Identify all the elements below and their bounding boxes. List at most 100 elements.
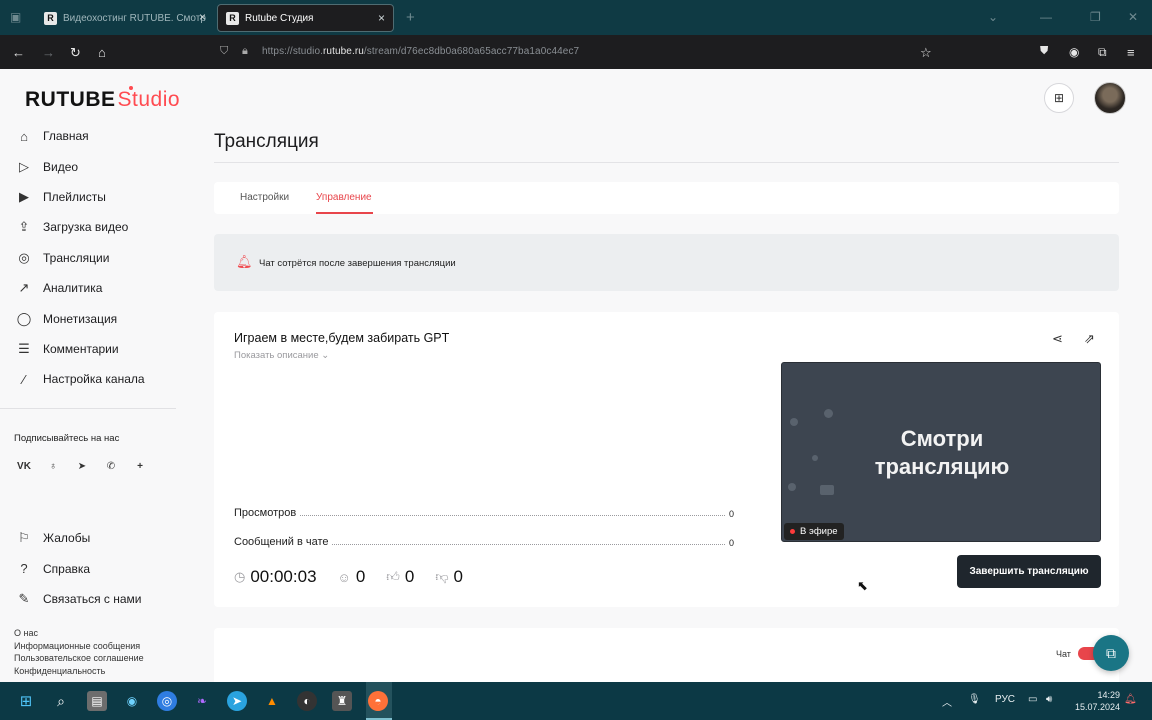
extensions-icon[interactable]: ⧉	[1098, 45, 1107, 60]
sidebar-item-playlists[interactable]: ▶ Плейлисты	[0, 182, 180, 212]
system-clock[interactable]: 14:29 15.07.2024	[1072, 689, 1120, 713]
browser-tab-studio[interactable]: R Rutube Студия ×	[217, 4, 394, 32]
browser-app-icon[interactable]: ◎	[157, 691, 177, 711]
sidebar-item-label: Аналитика	[43, 281, 103, 296]
file-explorer-icon[interactable]: ▤	[87, 691, 107, 711]
notice-text: Чат сотрётся после завершения трансляции	[259, 258, 456, 269]
contact-icon: ✎	[18, 590, 30, 606]
chat-card	[214, 628, 1119, 682]
back-icon[interactable]: ←	[12, 45, 25, 60]
shield-icon[interactable]: ⛉	[220, 45, 228, 58]
maximize-icon[interactable]: ❐	[1090, 10, 1101, 24]
tab-settings[interactable]: Настройки	[240, 192, 289, 203]
logo-dot-icon	[129, 86, 133, 90]
bell-icon: 🔔︎	[236, 254, 253, 269]
tab-overview-icon[interactable]: ▣	[10, 10, 21, 24]
sidebar-bottom-nav: ⚐ Жалобы ? Справка ✎ Связаться с нами	[0, 523, 180, 614]
plus-square-icon: ⊞	[1053, 91, 1065, 105]
lock-icon[interactable]: 🔒︎	[242, 45, 248, 58]
tray-expand-icon[interactable]: ︿	[942, 694, 952, 709]
footer-link-info[interactable]: Информационные сообщения	[14, 640, 144, 653]
bookmark-star-icon[interactable]: ☆	[920, 45, 932, 61]
browser-tab-rutube[interactable]: R Видеохостинг RUTUBE. Смотр ×	[36, 4, 214, 32]
sidebar-item-contact[interactable]: ✎ Связаться с нами	[0, 584, 180, 614]
create-button[interactable]: ⊞	[1044, 83, 1074, 113]
sidebar-item-label: Комментарии	[43, 341, 119, 356]
odnoklassniki-icon[interactable]: ♁	[43, 456, 63, 476]
sidebar-item-analytics[interactable]: ↗ Аналитика	[0, 273, 180, 303]
telegram-app-icon[interactable]: ➤	[227, 691, 247, 711]
sidebar-item-video[interactable]: ▷ Видео	[0, 151, 180, 181]
rutube-studio-logo[interactable]: RUTUBEStudio	[25, 86, 180, 112]
sidebar-item-complaints[interactable]: ⚐ Жалобы	[0, 523, 180, 553]
forward-icon[interactable]: →	[42, 45, 55, 60]
sidebar-item-label: Трансляции	[43, 250, 110, 265]
sidebar-item-help[interactable]: ? Справка	[0, 553, 180, 583]
microphone-icon[interactable]: 🎙︎	[968, 694, 981, 705]
pocket-icon[interactable]: ⛊	[1040, 45, 1048, 58]
obs-icon[interactable]: ◐	[297, 691, 317, 711]
decor-dot	[788, 483, 796, 491]
address-bar[interactable]: https://studio.rutube.ru/stream/d76ec8db…	[262, 46, 579, 57]
language-indicator[interactable]: РУС	[995, 694, 1015, 705]
external-link-icon[interactable]: ⇗	[1084, 331, 1095, 347]
share-icon[interactable]: ⋖	[1052, 331, 1063, 347]
new-tab-icon[interactable]: +	[406, 9, 415, 26]
feather-app-icon[interactable]: ❧	[192, 691, 212, 711]
live-dot-icon	[790, 529, 795, 534]
show-description-toggle[interactable]: Показать описание ⌄	[234, 350, 329, 361]
tab-control[interactable]: Управление	[316, 192, 372, 203]
network-icon[interactable]: ▭	[1028, 694, 1037, 705]
game-app-icon[interactable]: ♜	[332, 691, 352, 711]
sidebar-item-comments[interactable]: ☰ Комментарии	[0, 334, 180, 364]
sidebar-item-broadcasts[interactable]: ◎ Трансляции	[0, 243, 180, 273]
sidebar-item-channel-settings[interactable]: ⁄ Настройка канала	[0, 364, 180, 394]
social-links: VK ♁ ➤ ✆ +	[14, 456, 150, 476]
sidebar: ⌂ Главная ▷ Видео ▶ Плейлисты ⇪ Загрузка вид…	[0, 121, 180, 395]
decor-dot	[820, 485, 834, 495]
sidebar-item-label: Настройка канала	[43, 372, 145, 387]
stat-label: Просмотров	[234, 507, 297, 519]
clock-icon: ◷	[234, 569, 246, 584]
sidebar-item-home[interactable]: ⌂ Главная	[0, 121, 180, 151]
firefox-icon[interactable]: ◓	[368, 691, 388, 711]
metric-duration: ◷ 00:00:03	[234, 567, 317, 586]
notification-bell-icon[interactable]: 🔔︎	[1124, 694, 1137, 705]
vk-icon[interactable]: VK	[14, 456, 34, 476]
viber-icon[interactable]: ✆	[101, 456, 121, 476]
avatar[interactable]	[1094, 82, 1126, 114]
tab-list-chevron-icon[interactable]: ⌄	[988, 10, 998, 24]
menu-icon[interactable]: ≡	[1127, 45, 1135, 60]
footer-link-about[interactable]: О нас	[14, 627, 144, 640]
footer-link-privacy[interactable]: Конфиденциальность	[14, 665, 144, 678]
close-tab-icon[interactable]: ×	[199, 10, 206, 24]
account-icon[interactable]: ◉	[1069, 45, 1079, 59]
home-browser-icon[interactable]: ⌂	[98, 45, 106, 60]
more-plus-icon[interactable]: +	[130, 456, 150, 476]
footer-links: О нас Информационные сообщения Пользоват…	[14, 627, 144, 677]
follow-us-title: Подписывайтесь на нас	[14, 433, 120, 444]
end-stream-button[interactable]: Завершить трансляцию	[957, 555, 1101, 588]
footer-link-agreement[interactable]: Пользовательское соглашение	[14, 652, 144, 665]
minimize-icon[interactable]: —	[1040, 10, 1052, 24]
tab-label: Видеохостинг RUTUBE. Смотр	[63, 12, 206, 24]
vlc-icon[interactable]: ▲	[262, 691, 282, 711]
volume-icon[interactable]: 🔊︎	[1046, 694, 1052, 705]
dotted-leader	[332, 544, 725, 545]
sidebar-item-label: Видео	[43, 159, 79, 174]
stat-views: Просмотров 0	[234, 505, 734, 519]
sidebar-item-monetization[interactable]: ◯ Монетизация	[0, 303, 180, 333]
support-chat-button[interactable]: ⧉	[1093, 635, 1129, 671]
stream-preview[interactable]: Смотри трансляцию В эфире	[781, 362, 1101, 542]
telegram-icon[interactable]: ➤	[72, 456, 92, 476]
page-tabs: Настройки Управление	[214, 182, 1119, 214]
close-window-icon[interactable]: ✕	[1128, 10, 1138, 24]
eye-app-icon[interactable]: ◉	[122, 691, 142, 711]
close-tab-icon[interactable]: ×	[378, 11, 385, 25]
video-icon: ▷	[19, 158, 29, 174]
search-icon[interactable]: ⌕	[51, 691, 71, 711]
sidebar-item-upload[interactable]: ⇪ Загрузка видео	[0, 212, 180, 242]
windows-start-icon[interactable]: ⊞	[16, 691, 36, 711]
metric-likes: 👍︎ 0	[386, 567, 415, 586]
reload-icon[interactable]: ↻	[70, 45, 81, 61]
